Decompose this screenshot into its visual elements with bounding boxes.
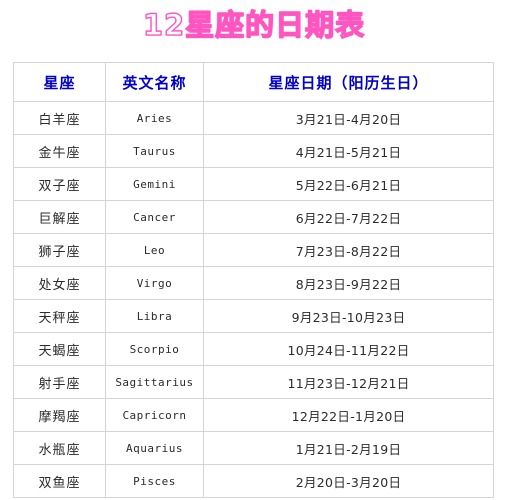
cell-english-name: Leo: [105, 233, 204, 267]
page-title: 12星座的日期表: [142, 7, 366, 42]
cell-sign: 巨解座: [13, 200, 106, 234]
cell-date-range: 1月21日-2月19日: [203, 431, 494, 465]
cell-english-name: Aquarius: [105, 431, 204, 465]
cell-date-range: 3月21日-4月20日: [203, 101, 494, 135]
table-header-row: 星座 英文名称 星座日期（阳历生日）: [13, 62, 494, 102]
cell-date-range: 2月20日-3月20日: [203, 464, 494, 498]
cell-english-name: Cancer: [105, 200, 204, 234]
zodiac-date-table-page: 12星座的日期表 星座 英文名称 星座日期（阳历生日） 白羊座 Aries 3月21…: [0, 0, 508, 500]
cell-english-name: Aries: [105, 101, 204, 135]
cell-sign: 狮子座: [13, 233, 106, 267]
cell-date-range: 5月22日-6月21日: [203, 167, 494, 201]
cell-sign: 天秤座: [13, 299, 106, 333]
cell-date-range: 7月23日-8月22日: [203, 233, 494, 267]
column-header-date-range: 星座日期（阳历生日）: [203, 62, 494, 102]
table-row: 天秤座 Libra 9月23日-10月23日: [13, 299, 494, 333]
cell-date-range: 11月23日-12月21日: [203, 365, 494, 399]
table-row: 摩羯座 Capricorn 12月22日-1月20日: [13, 398, 494, 432]
cell-date-range: 9月23日-10月23日: [203, 299, 494, 333]
table-row: 处女座 Virgo 8月23日-9月22日: [13, 266, 494, 300]
cell-sign: 双鱼座: [13, 464, 106, 498]
cell-english-name: Scorpio: [105, 332, 204, 366]
table-row: 金牛座 Taurus 4月21日-5月21日: [13, 134, 494, 168]
cell-date-range: 8月23日-9月22日: [203, 266, 494, 300]
cell-sign: 射手座: [13, 365, 106, 399]
cell-date-range: 12月22日-1月20日: [203, 398, 494, 432]
table-row: 双鱼座 Pisces 2月20日-3月20日: [13, 464, 494, 498]
cell-sign: 金牛座: [13, 134, 106, 168]
table-row: 天蝎座 Scorpio 10月24日-11月22日: [13, 332, 494, 366]
cell-english-name: Pisces: [105, 464, 204, 498]
cell-sign: 水瓶座: [13, 431, 106, 465]
cell-date-range: 4月21日-5月21日: [203, 134, 494, 168]
table-header: 星座 英文名称 星座日期（阳历生日）: [13, 62, 494, 102]
table-row: 巨解座 Cancer 6月22日-7月22日: [13, 200, 494, 234]
column-header-english-name: 英文名称: [105, 62, 204, 102]
cell-english-name: Sagittarius: [105, 365, 204, 399]
table-row: 狮子座 Leo 7月23日-8月22日: [13, 233, 494, 267]
table-row: 水瓶座 Aquarius 1月21日-2月19日: [13, 431, 494, 465]
cell-sign: 处女座: [13, 266, 106, 300]
cell-sign: 白羊座: [13, 101, 106, 135]
zodiac-table: 星座 英文名称 星座日期（阳历生日） 白羊座 Aries 3月21日-4月20日 金牛…: [13, 62, 494, 498]
cell-english-name: Libra: [105, 299, 204, 333]
cell-sign: 摩羯座: [13, 398, 106, 432]
table-body: 白羊座 Aries 3月21日-4月20日 金牛座 Taurus 4月21日-5月21日双…: [13, 101, 494, 498]
cell-english-name: Virgo: [105, 266, 204, 300]
cell-english-name: Gemini: [105, 167, 204, 201]
title-container: 12星座的日期表: [0, 6, 508, 44]
table-row: 双子座 Gemini 5月22日-6月21日: [13, 167, 494, 201]
cell-date-range: 10月24日-11月22日: [203, 332, 494, 366]
table-row: 白羊座 Aries 3月21日-4月20日: [13, 101, 494, 135]
cell-english-name: Capricorn: [105, 398, 204, 432]
column-header-sign: 星座: [13, 62, 106, 102]
table-row: 射手座 Sagittarius 11月23日-12月21日: [13, 365, 494, 399]
cell-date-range: 6月22日-7月22日: [203, 200, 494, 234]
cell-sign: 双子座: [13, 167, 106, 201]
cell-sign: 天蝎座: [13, 332, 106, 366]
cell-english-name: Taurus: [105, 134, 204, 168]
